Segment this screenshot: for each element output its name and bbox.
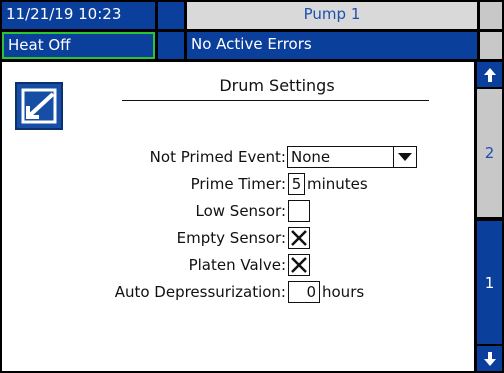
header-right-blank [480, 2, 502, 29]
low-sensor-label: Low Sensor: [195, 202, 286, 220]
checked-x-icon [291, 230, 307, 246]
page-1-button[interactable]: 1 [477, 221, 502, 344]
prime-timer-label: Prime Timer: [190, 175, 286, 193]
prime-timer-unit: minutes [307, 175, 368, 193]
screen-title: Drum Settings [219, 76, 335, 95]
auto-depressurization-unit: hours [322, 283, 365, 301]
platen-valve-label: Platen Valve: [188, 256, 286, 274]
heat-status-field[interactable]: Heat Off [2, 32, 155, 59]
empty-sensor-checkbox[interactable] [288, 227, 310, 249]
header-right-blank-2 [480, 32, 502, 59]
title-divider [122, 100, 429, 101]
not-primed-event-dropdown[interactable]: None [287, 146, 417, 168]
auto-depressurization-input[interactable]: 0 [288, 281, 320, 303]
header-blank-2 [158, 32, 184, 59]
header-blank-1 [158, 2, 184, 29]
not-primed-event-label: Not Primed Event: [149, 148, 286, 166]
checked-x-icon [291, 257, 307, 273]
edit-pencil-icon[interactable] [15, 82, 63, 130]
not-primed-event-value: None [291, 148, 331, 166]
scroll-down-button[interactable] [477, 346, 502, 371]
prime-timer-input[interactable]: 5 [288, 173, 305, 195]
main-panel: Drum Settings Not Primed Event: None Pri… [2, 62, 474, 371]
page-2-button[interactable]: 2 [477, 89, 502, 217]
arrow-down-icon [483, 351, 496, 366]
pump-name-tab[interactable]: Pump 1 [187, 2, 477, 29]
platen-valve-checkbox[interactable] [288, 254, 310, 276]
nav-separator [477, 217, 502, 220]
empty-sensor-label: Empty Sensor: [176, 229, 286, 247]
arrow-up-icon [483, 67, 496, 82]
auto-depressurization-label: Auto Depressurization: [114, 283, 286, 301]
chevron-down-icon[interactable] [393, 147, 416, 167]
datetime-display: 11/21/19 10:23 [2, 2, 155, 29]
low-sensor-checkbox[interactable] [288, 200, 310, 222]
scroll-up-button[interactable] [477, 62, 502, 87]
error-status-field: No Active Errors [187, 32, 477, 59]
